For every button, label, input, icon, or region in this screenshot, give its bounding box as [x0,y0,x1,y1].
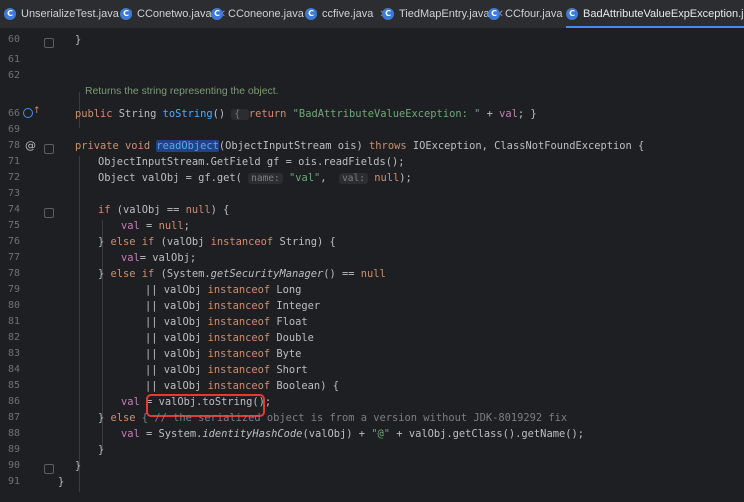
code-editor[interactable]: 60 61 62 66 69 78 71 72 73 74 75 76 77 7… [0,28,744,502]
line-number: 75 [7,220,20,231]
code-line-90: } [75,460,82,472]
annotation-marker-icon: @ [25,139,36,152]
code-line-77: val= valObj; [121,252,197,264]
line-number: 80 [7,300,20,311]
line-number: 87 [7,412,20,423]
line-number: 69 [7,124,20,135]
fold-toggle-icon[interactable] [44,144,54,154]
line-number: 83 [7,348,20,359]
line-number: 71 [7,156,20,167]
override-marker-icon[interactable] [23,108,33,118]
code-line-75: val = null; [121,220,190,232]
tab-badattributevalueexpexception[interactable]: C BadAttributeValueExpException.java ✕ [566,0,744,28]
tab-label: CConeone.java [228,8,304,20]
code-line-81: || valObj instanceof Float [145,316,308,328]
code-line-74: if (valObj == null) { [98,204,230,216]
code-line-88: val = System.identityHashCode(valObj) + … [121,428,584,440]
tab-unserializetest[interactable]: C UnserializeTest.java ✕ [4,0,133,28]
line-number: 76 [7,236,20,247]
line-number: 90 [7,460,20,471]
code-line-83: || valObj instanceof Byte [145,348,302,360]
code-line-72: Object valObj = gf.get( name: "val", val… [98,172,412,184]
java-class-icon: C [4,8,16,20]
tab-label: UnserializeTest.java [21,8,119,20]
fold-toggle-icon[interactable] [44,464,54,474]
java-class-locked-icon: C [566,8,578,20]
tab-tiedmapentry[interactable]: C TiedMapEntry.java ✕ [382,0,504,28]
fold-toggle-icon[interactable] [44,208,54,218]
tab-label: ccfive.java [322,8,374,20]
editor-tab-bar: C UnserializeTest.java ✕ C CConetwo.java… [0,0,744,29]
code-line-78: private void readObject(ObjectInputStrea… [75,140,645,152]
tab-label: BadAttributeValueExpException.java [583,8,744,20]
code-line-60: } [75,34,82,46]
line-number: 78 [7,268,20,279]
code-line-80: || valObj instanceof Integer [145,300,321,312]
code-line-79: || valObj instanceof Long [145,284,302,296]
tab-label: CCfour.java [505,8,563,20]
fold-toggle-icon[interactable] [44,38,54,48]
doc-comment: Returns the string representing the obje… [85,86,279,97]
line-number: 91 [7,476,20,487]
code-line-89: } [98,444,105,456]
line-number: 86 [7,396,20,407]
code-line-66: public String toString() { return "BadAt… [75,108,537,120]
code-line-82: || valObj instanceof Double [145,332,314,344]
line-number: 81 [7,316,20,327]
indent-guide [79,156,80,492]
code-line-85: || valObj instanceof Boolean) { [145,380,339,392]
line-number: 79 [7,284,20,295]
line-number: 74 [7,204,20,215]
line-number: 73 [7,188,20,199]
arrow-up-icon[interactable]: ↑ [33,106,41,116]
code-line-87: } else { // the serialized object is fro… [98,412,568,424]
line-number: 78 [7,140,20,151]
java-class-icon: C [305,8,317,20]
line-number: 89 [7,444,20,455]
java-class-icon: C [211,8,223,20]
code-line-84: || valObj instanceof Short [145,364,308,376]
line-gutter: 60 61 62 66 69 78 71 72 73 74 75 76 77 7… [0,28,60,502]
code-line-91: } [58,476,65,488]
java-class-icon: C [382,8,394,20]
tab-label: TiedMapEntry.java [399,8,490,20]
java-class-icon: C [120,8,132,20]
java-class-icon: C [488,8,500,20]
line-number: 88 [7,428,20,439]
tab-ccfive[interactable]: C ccfive.java ✕ [305,0,388,28]
line-number: 66 [7,108,20,119]
code-line-78b: } else if (System.getSecurityManager() =… [98,268,386,280]
line-number: 61 [7,54,20,65]
line-number: 77 [7,252,20,263]
code-line-71: ObjectInputStream.GetField gf = ois.read… [98,156,405,168]
line-number: 85 [7,380,20,391]
line-number: 62 [7,70,20,81]
line-number: 72 [7,172,20,183]
tab-label: CConetwo.java [137,8,212,20]
code-line-76: } else if (valObj instanceof String) { [98,236,336,248]
line-number: 60 [7,34,20,45]
tab-cconeone[interactable]: C CConeone.java ✕ [211,0,318,28]
line-number: 84 [7,364,20,375]
line-number: 82 [7,332,20,343]
tab-ccfour[interactable]: C CCfour.java ✕ [488,0,577,28]
